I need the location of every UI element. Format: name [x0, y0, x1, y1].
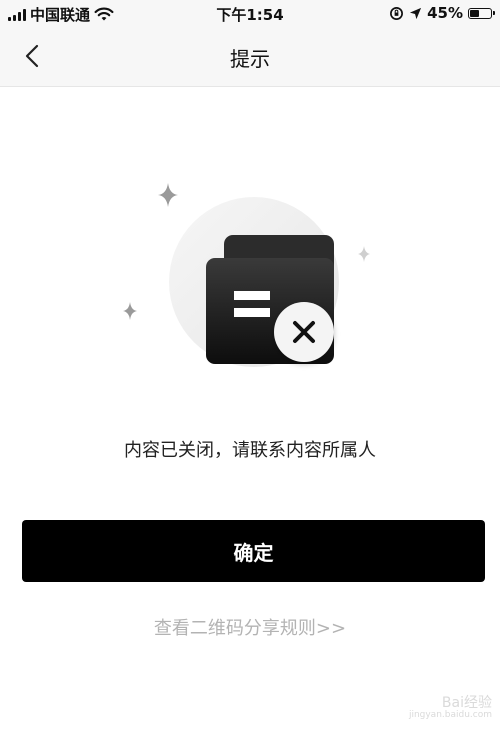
sparkle-icon [123, 302, 137, 320]
battery-icon [468, 7, 495, 19]
watermark: Bai经验 jingyan.baidu.com [408, 694, 492, 721]
sparkle-icon [158, 183, 178, 207]
closed-message: 内容已关闭，请联系内容所属人 [124, 440, 376, 461]
watermark-url: jingyan.baidu.com [408, 710, 492, 721]
page-title: 提示 [230, 47, 270, 71]
sparkle-icon [358, 246, 370, 262]
watermark-logo: Bai经验 [441, 694, 492, 711]
status-bar: 中国联通 下午1:54 45% [0, 0, 500, 26]
confirm-button[interactable]: 确定 [22, 520, 485, 582]
status-right: 45% [389, 4, 495, 22]
location-icon [410, 7, 422, 19]
battery-fill [470, 9, 479, 17]
orientation-lock-icon [390, 6, 404, 20]
battery-percent: 45% [427, 4, 463, 22]
qr-share-rules-link[interactable]: 查看二维码分享规则>> [0, 614, 500, 640]
closed-content-illustration [110, 170, 390, 390]
nav-bar: 提示 [0, 26, 500, 87]
